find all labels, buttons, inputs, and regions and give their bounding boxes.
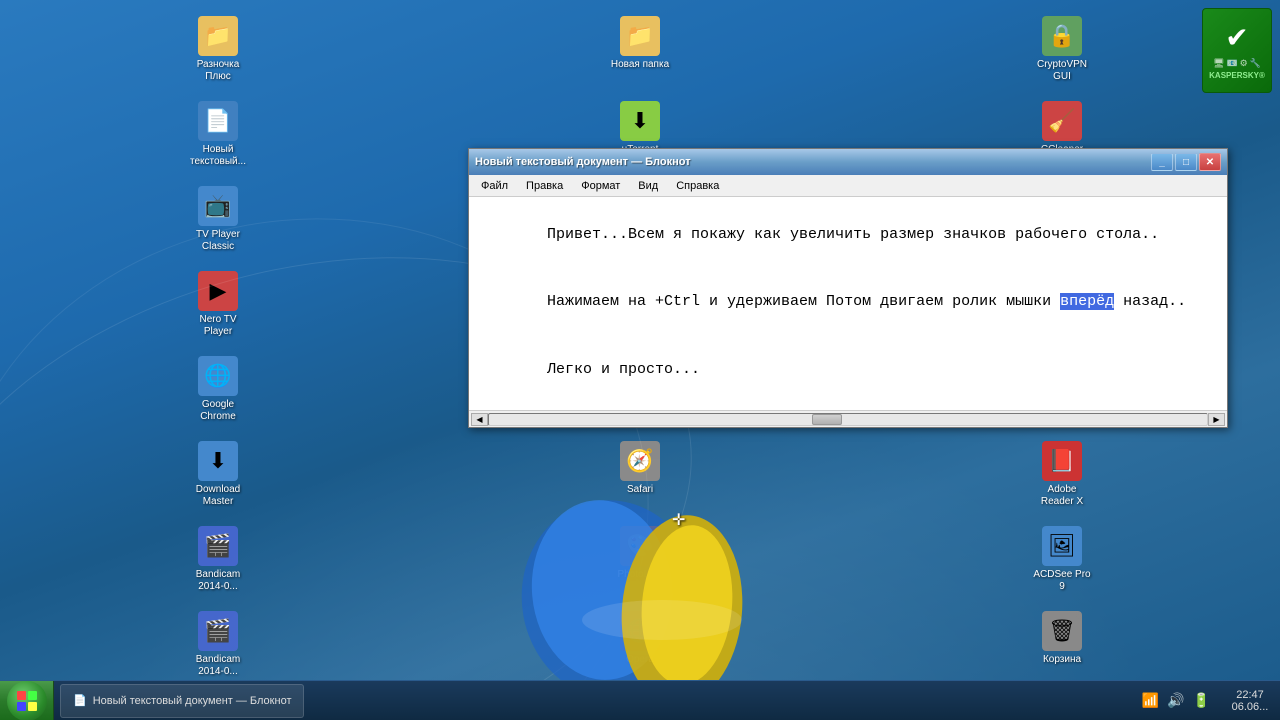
desktop-icon-2[interactable]: 📁 Новая папка	[604, 12, 676, 87]
desktop: 📁 Разночка Плюс 📁 Новая папка 🔒 CryptoVP…	[0, 0, 1280, 720]
maximize-button[interactable]: □	[1175, 153, 1197, 171]
scrollbar-left-arrow[interactable]: ◀	[471, 413, 488, 426]
icon-label-3: CryptoVPN GUI	[1030, 59, 1094, 83]
minimize-button[interactable]: _	[1151, 153, 1173, 171]
kaspersky-check-icon: ✔	[1225, 21, 1248, 54]
window-title: Новый текстовый документ — Блокнот	[475, 156, 1151, 168]
icon-label-4: Новый текстовый...	[186, 144, 250, 168]
notepad-text: Привет...Всем я покажу как увеличить раз…	[475, 201, 1221, 404]
win7-logo-area	[512, 460, 792, 680]
taskbar-clock[interactable]: 22:47 06.06...	[1220, 689, 1280, 713]
window-controls: _ □ ✕	[1151, 153, 1221, 171]
close-button[interactable]: ✕	[1199, 153, 1221, 171]
tray-volume-icon[interactable]: 🔊	[1165, 690, 1186, 711]
kaspersky-widget[interactable]: ✔ 🖥 📧 ⚙ 🔧 KASPERSKY®	[1202, 8, 1272, 93]
kaspersky-icons-row: 🖥 📧 ⚙ 🔧	[1213, 58, 1261, 69]
text-line3: Легко и просто...	[547, 361, 700, 378]
desktop-icon-4[interactable]: 📄 Новый текстовый...	[182, 97, 254, 172]
notepad-content-area[interactable]: Привет...Всем я покажу как увеличить раз…	[469, 197, 1227, 410]
window-titlebar[interactable]: Новый текстовый документ — Блокнот _ □ ✕	[469, 149, 1227, 175]
scrollbar-track[interactable]	[488, 413, 1208, 426]
mouse-cursor	[672, 510, 686, 524]
menu-edit[interactable]: Правка	[518, 178, 571, 194]
icon-img-7: 📺	[198, 186, 238, 226]
icon-img-3: 🔒	[1042, 16, 1082, 56]
text-line2-highlight: вперёд	[1060, 293, 1114, 310]
icon-label-1: Разночка Плюс	[186, 59, 250, 83]
tray-network-icon[interactable]: 📶	[1140, 690, 1161, 711]
taskbar-tray: 📶 🔊 🔋	[1132, 681, 1220, 720]
icon-img-6: 🧹	[1042, 101, 1082, 141]
kaspersky-mini-icon-3: ⚙	[1240, 58, 1248, 69]
tray-battery-icon[interactable]: 🔋	[1191, 690, 1212, 711]
icon-img-1: 📁	[198, 16, 238, 56]
icon-img-5: ⬇	[620, 101, 660, 141]
menu-view[interactable]: Вид	[630, 178, 666, 194]
icon-label-2: Новая папка	[611, 59, 669, 71]
taskbar-item-notepad[interactable]: 📄 Новый текстовый документ — Блокнот	[60, 684, 304, 718]
desktop-icon-1[interactable]: 📁 Разночка Плюс	[182, 12, 254, 87]
text-line1: Привет...Всем я покажу как увеличить раз…	[547, 226, 1159, 243]
kaspersky-label: KASPERSKY®	[1209, 71, 1265, 80]
notepad-window: Новый текстовый документ — Блокнот _ □ ✕…	[468, 148, 1228, 428]
icon-img-4: 📄	[198, 101, 238, 141]
scrollbar-thumb[interactable]	[812, 414, 842, 425]
clock-date: 06.06...	[1232, 701, 1269, 713]
taskbar-item-icon: 📄	[73, 694, 87, 707]
text-line2-before: Нажимаем на +Ctrl и удерживаем Потом дви…	[547, 293, 1060, 310]
horizontal-scrollbar[interactable]: ◀ ▶	[469, 410, 1227, 427]
kaspersky-mini-icon-1: 🖥	[1213, 58, 1224, 69]
desktop-icon-3[interactable]: 🔒 CryptoVPN GUI	[1026, 12, 1098, 87]
icon-img-2: 📁	[620, 16, 660, 56]
clock-time: 22:47	[1236, 689, 1264, 701]
kaspersky-mini-icon-2: 📧	[1226, 58, 1237, 69]
taskbar-items: 📄 Новый текстовый документ — Блокнот	[54, 681, 1132, 720]
window-menubar: Файл Правка Формат Вид Справка	[469, 175, 1227, 197]
text-line2-after: назад..	[1114, 293, 1186, 310]
taskbar-item-label: Новый текстовый документ — Блокнот	[93, 695, 292, 707]
menu-format[interactable]: Формат	[573, 178, 628, 194]
kaspersky-mini-icon-4: 🔧	[1250, 58, 1261, 69]
taskbar: 📄 Новый текстовый документ — Блокнот 📶 🔊…	[0, 680, 1280, 720]
menu-file[interactable]: Файл	[473, 178, 516, 194]
start-orb-icon	[7, 681, 47, 720]
start-button[interactable]	[0, 681, 54, 720]
menu-help[interactable]: Справка	[668, 178, 727, 194]
scrollbar-right-arrow[interactable]: ▶	[1208, 413, 1225, 426]
